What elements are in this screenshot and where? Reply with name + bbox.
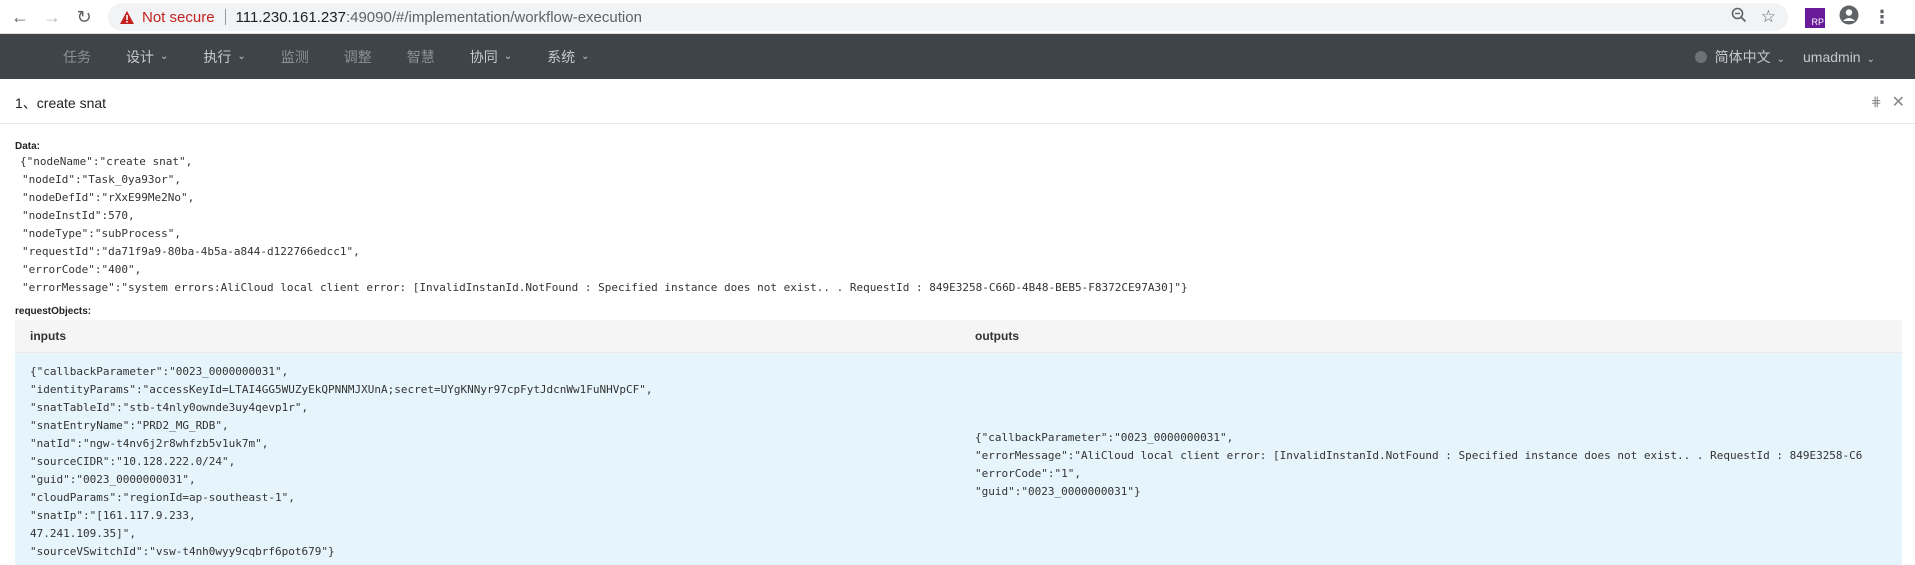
nav-item[interactable]: 任务 [63,47,91,67]
status-dot-icon [1694,50,1707,63]
extension-icon[interactable]: RP [1805,7,1825,28]
forward-icon[interactable]: → [40,5,64,29]
nav-item[interactable]: 系统 ⌄ [547,47,589,67]
nav-item-label: 协同 [469,48,498,65]
address-bar[interactable]: Not secure 111.230.161.237:49090/#/imple… [108,3,1788,31]
nav-item-label: 执行 [203,48,232,65]
zoom-icon[interactable] [1731,7,1747,28]
nav-item[interactable]: 监测 [281,47,309,67]
profile-avatar-icon[interactable] [1839,5,1859,30]
chevron-down-icon: ⌄ [1866,53,1875,65]
user-name: umadmin [1803,48,1861,65]
language-label: 简体中文 [1714,48,1771,65]
nav-item[interactable]: 执行 ⌄ [203,47,245,67]
chevron-down-icon: ⌄ [503,51,513,62]
divider [224,9,226,25]
warning-icon [120,10,134,24]
data-line: "errorMessage":"system errors:AliCloud l… [22,281,1188,294]
url-text[interactable]: 111.230.161.237:49090/#/implementation/w… [236,9,642,26]
nav-item-label: 智慧 [406,48,435,65]
chevron-down-icon: ⌄ [237,51,246,62]
request-objects-table: inputs outputs {"callbackParameter":"002… [15,320,1902,565]
bookmark-star-icon[interactable]: ☆ [1761,7,1776,27]
nav-item[interactable]: 调整 [344,47,372,67]
user-menu[interactable]: umadmin ⌄ [1803,49,1875,65]
url-host: 111.230.161.237 [235,8,346,26]
data-line: "requestId":"da71f9a9-80ba-4b5a-a844-d12… [22,245,360,258]
nav-item-label: 监测 [280,48,309,65]
language-select[interactable]: 简体中文 ⌄ [1715,47,1785,67]
chevron-down-icon: ⌄ [581,51,590,62]
nav-item-label: 调整 [343,48,372,65]
nav-item-label: 系统 [547,48,576,65]
panel-title: 1、create snat [15,95,107,111]
data-line: "errorCode":"400", [22,263,142,276]
security-label[interactable]: Not secure [142,9,215,26]
chevron-down-icon: ⌄ [160,51,169,62]
nav-item[interactable]: 智慧 [407,47,435,67]
url-path: :49090/#/implementation/workflow-executi… [345,8,642,26]
table-header: inputs outputs [15,320,1902,353]
data-line: "nodeDefId":"rXxE99Me2No", [22,191,195,204]
nav-item-label: 任务 [63,48,91,65]
collapse-icon[interactable]: ⋕ [1871,94,1882,110]
data-line: "nodeType":"subProcess", [22,227,181,240]
panel-header: 1、create snat ⋕ ✕ [0,79,1915,124]
inputs-header: inputs [30,329,66,343]
reload-icon[interactable]: ↻ [72,5,96,29]
nav-item[interactable]: 协同 ⌄ [470,47,512,67]
browser-toolbar: ← → ↻ Not secure 111.230.161.237:49090/#… [0,0,1915,34]
close-icon[interactable]: ✕ [1892,92,1905,112]
inputs-cell: {"callbackParameter":"0023_0000000031", … [30,365,653,558]
data-json: {"nodeName":"create snat", "nodeId":"Task… [20,153,1188,297]
nav-item-label: 设计 [126,48,154,65]
outputs-cell: {"callbackParameter":"0023_0000000031", … [975,431,1863,498]
main-menu: 任务 设计 ⌄ 执行 ⌄ 监测 调整 智慧 协同 ⌄ 系统 ⌄ [63,34,625,79]
request-objects-label: requestObjects: [15,306,92,317]
table-row[interactable]: {"callbackParameter":"0023_0000000031", … [15,353,1902,565]
data-line: "nodeId":"Task_0ya93or", [22,173,181,186]
data-line: {"nodeName":"create snat", [20,155,193,168]
app-nav-bar: 任务 设计 ⌄ 执行 ⌄ 监测 调整 智慧 协同 ⌄ 系统 ⌄ 简体中文 ⌄ umadmin ⌄ [0,34,1915,79]
data-label: Data: [15,141,41,152]
chevron-down-icon: ⌄ [1776,53,1786,65]
outputs-header: outputs [975,329,1019,343]
menu-kebab-icon[interactable]: ⋮ [1873,7,1891,28]
data-line: "nodeInstId":570, [22,209,135,222]
back-icon[interactable]: ← [8,5,32,29]
nav-item[interactable]: 设计 ⌄ [126,47,168,67]
